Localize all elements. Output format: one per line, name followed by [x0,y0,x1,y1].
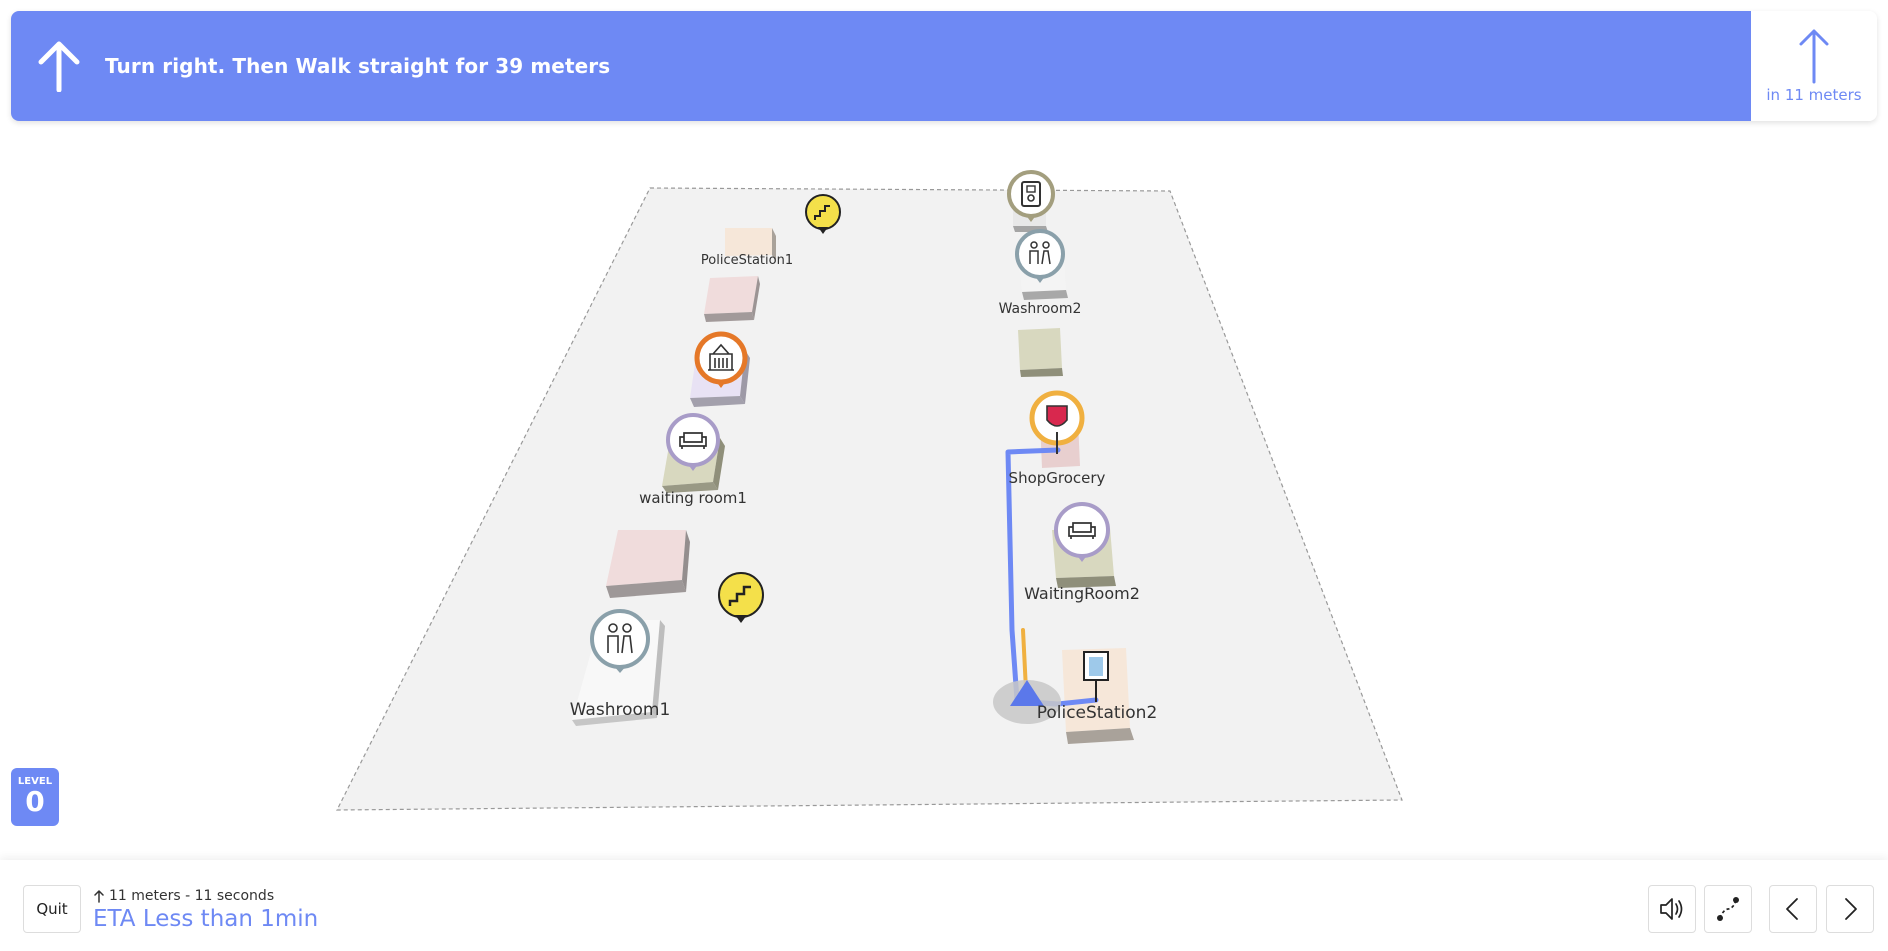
speaker-icon [1660,898,1683,920]
pink-block-left-1[interactable] [704,276,760,322]
label-washroom-1: Washroom1 [570,700,671,720]
floor-plane [336,187,1403,811]
route-overview-button[interactable] [1704,885,1752,933]
label-police-station-1: PoliceStation1 [701,253,793,268]
trip-meta: 11 meters - 11 seconds [93,888,318,904]
label-washroom-2: Washroom2 [999,301,1082,317]
instruction-text: Turn right. Then Walk straight for 39 me… [105,54,611,78]
trip-info: 11 meters - 11 seconds ETA Less than 1mi… [93,888,318,932]
beige-block-right[interactable] [1018,328,1063,377]
label-police-station-2: PoliceStation2 [1037,703,1158,723]
arrow-up-icon [1799,29,1829,84]
level-indicator[interactable]: LEVEL 0 [11,768,59,826]
level-value: 0 [25,785,45,818]
instruction-banner: Turn right. Then Walk straight for 39 me… [11,11,1877,121]
route-icon [1717,897,1739,921]
arrow-up-icon [38,41,80,92]
label-waiting-room-2: WaitingRoom2 [1024,584,1140,603]
label-shop-grocery: ShopGrocery [1009,469,1106,487]
next-maneuver-distance: in 11 meters [1766,86,1862,104]
chevron-left-icon [1786,898,1798,920]
pink-block-left-2[interactable] [606,530,690,598]
bottom-bar: Quit 11 meters - 11 seconds ETA Less tha… [0,860,1888,951]
previous-step-button[interactable] [1769,885,1817,933]
label-waiting-room-1: waiting room1 [639,489,747,507]
quit-button[interactable]: Quit [23,885,81,933]
eta-text: ETA Less than 1min [93,906,319,932]
current-instruction: Turn right. Then Walk straight for 39 me… [11,11,1751,121]
arrow-up-icon [94,889,104,903]
next-maneuver: in 11 meters [1751,11,1877,121]
sound-button[interactable] [1648,885,1696,933]
chevron-right-icon [1845,898,1857,920]
indoor-map[interactable]: PoliceStation1 Washroom2 waiting room1 S… [0,130,1888,860]
next-step-button[interactable] [1826,885,1874,933]
trip-distance-time: 11 meters - 11 seconds [109,888,275,904]
